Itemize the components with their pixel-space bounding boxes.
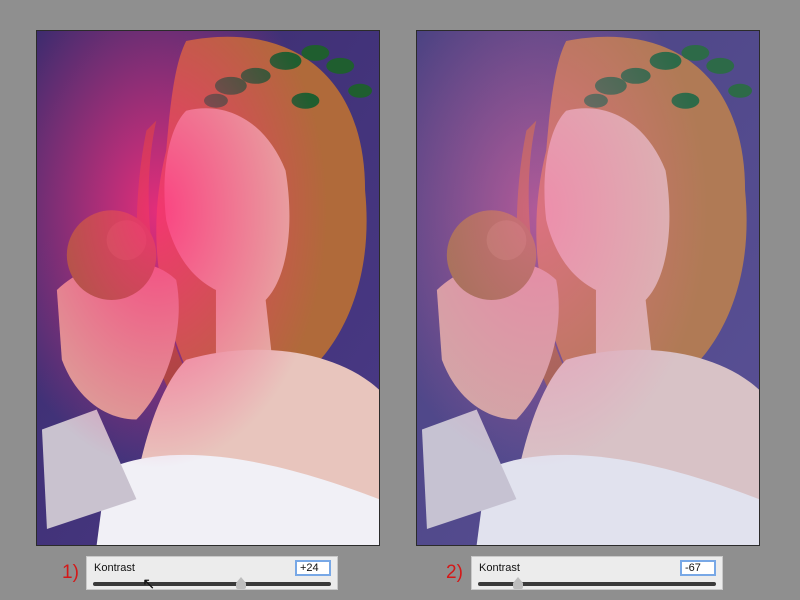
cursor-arrow-icon: ↖ [142,576,156,593]
contrast-slider-panel-1: Kontrast +24 [86,556,338,590]
contrast-value-input[interactable]: -67 [680,560,716,576]
contrast-label: Kontrast [479,562,520,574]
contrast-slider-thumb[interactable] [513,577,524,589]
step-marker-2: 2) [446,562,463,583]
photo-high-contrast [36,30,380,546]
step-marker-1: 1) [62,562,79,583]
contrast-value-input[interactable]: +24 [295,560,331,576]
contrast-slider-track[interactable] [478,577,716,589]
photo-low-contrast [416,30,760,546]
contrast-label: Kontrast [94,562,135,574]
contrast-slider-thumb[interactable] [235,577,246,589]
contrast-slider-panel-2: Kontrast -67 [471,556,723,590]
contrast-slider-track[interactable] [93,577,331,589]
